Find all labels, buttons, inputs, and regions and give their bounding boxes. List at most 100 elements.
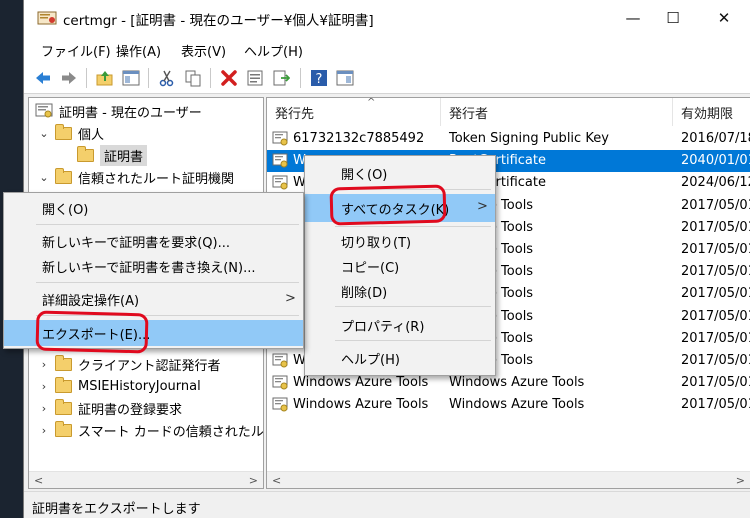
folder-icon — [55, 420, 72, 437]
cut-icon[interactable] — [158, 69, 176, 87]
cell-issued-by: Windows Azure Tools — [449, 397, 585, 413]
context-menu-properties[interactable]: プロパティ(R) — [305, 313, 495, 337]
context-menu-copy[interactable]: コピー(C) — [305, 254, 495, 278]
properties-icon[interactable] — [246, 69, 264, 87]
scroll-right-icon[interactable]: > — [249, 474, 258, 487]
certificate-store-icon — [35, 103, 53, 118]
folder-icon — [77, 145, 94, 162]
window-title: certmgr - [証明書 - 現在のユーザー¥個人¥証明書] — [63, 13, 374, 29]
toolbar-separator — [86, 68, 87, 88]
cell-issued-to: Windows Azure Tools — [293, 375, 429, 391]
chevron-down-icon[interactable]: ⌄ — [37, 127, 51, 140]
menu-item-label: 新しいキーで証明書を要求(Q)... — [42, 235, 230, 251]
forward-arrow-icon[interactable] — [60, 69, 78, 87]
cell-issued-by: Windows Azure Tools — [449, 375, 585, 391]
chevron-right-icon[interactable]: › — [37, 424, 51, 437]
cell-issued-by: Token Signing Public Key — [449, 131, 609, 146]
cell-expiration: 2017/05/01 — [681, 308, 750, 324]
chevron-right-icon[interactable]: › — [37, 380, 51, 393]
tree-root-label: 証明書 - 現在のユーザー — [59, 105, 202, 121]
menu-item-label: 削除(D) — [341, 285, 388, 301]
menu-item-label: 開く(O) — [42, 202, 89, 218]
tree-node-personal[interactable]: ⌄ 個人 — [37, 122, 104, 144]
column-header-label: 発行者 — [449, 106, 489, 122]
tree-node-label: MSIEHistoryJournal — [78, 378, 201, 394]
tree-node-msie-history-journal[interactable]: › MSIEHistoryJournal — [37, 375, 201, 397]
context-menu-open[interactable]: 開く(O) — [305, 161, 495, 185]
folder-icon — [55, 354, 72, 371]
tree-node-trusted-root-label: 信頼されたルート証明機関 — [78, 171, 235, 187]
chevron-right-icon[interactable]: › — [37, 402, 51, 415]
column-header-issued-to[interactable]: 発行先 ^ — [267, 98, 441, 126]
tree-node-personal-label: 個人 — [78, 127, 105, 143]
svg-text:?: ? — [316, 72, 323, 87]
tree-node-certificates[interactable]: 証明書 — [77, 144, 148, 166]
folder-icon — [55, 123, 72, 140]
menu-bar: ファイル(F) 操作(A) 表示(V) ヘルプ(H) — [24, 36, 750, 62]
menu-separator — [36, 282, 299, 283]
menu-item-label: ヘルプ(H) — [341, 352, 400, 368]
horizontal-scrollbar[interactable]: < > — [267, 471, 750, 488]
back-arrow-icon[interactable] — [34, 69, 52, 87]
column-header-expiration[interactable]: 有効期限 — [673, 98, 750, 126]
console-tree-icon[interactable] — [336, 69, 354, 87]
tree-node-smart-card-trusted-roots[interactable]: › スマート カードの信頼されたルート — [37, 419, 263, 441]
chevron-right-icon[interactable]: › — [37, 358, 51, 371]
submenu-open[interactable]: 開く(O) — [4, 196, 303, 220]
up-folder-icon[interactable] — [96, 69, 114, 87]
help-icon[interactable]: ? — [310, 69, 328, 87]
copy-icon[interactable] — [184, 69, 202, 87]
tree-node-client-auth-issuers[interactable]: › クライアント認証発行者 — [37, 353, 220, 375]
cell-expiration: 2017/05/01 — [681, 219, 750, 235]
delete-icon[interactable] — [220, 69, 238, 87]
annotation-mark-export — [35, 310, 149, 354]
context-menu-cut[interactable]: 切り取り(T) — [305, 229, 495, 253]
scroll-left-icon[interactable]: < — [272, 474, 281, 487]
tree-node-label: クライアント認証発行者 — [78, 358, 221, 374]
menu-help[interactable]: ヘルプ(H) — [244, 41, 303, 60]
menu-action[interactable]: 操作(A) — [116, 41, 161, 60]
menu-item-label: 開く(O) — [341, 167, 388, 183]
toolbar-separator — [210, 68, 211, 88]
menu-file[interactable]: ファイル(F) — [41, 41, 111, 60]
scroll-left-icon[interactable]: < — [34, 474, 43, 487]
certificate-icon — [272, 153, 288, 168]
column-header-issued-by[interactable]: 発行者 — [441, 98, 673, 126]
submenu-arrow-icon: > — [285, 291, 296, 306]
chevron-down-icon[interactable]: ⌄ — [37, 171, 51, 184]
cell-expiration: 2017/05/01 — [681, 330, 750, 346]
toolbar: ? — [24, 62, 750, 94]
context-menu-help[interactable]: ヘルプ(H) — [305, 346, 495, 370]
table-row[interactable]: 61732132c7885492 Token Signing Public Key… — [267, 128, 750, 150]
tree-node-enrollment-requests[interactable]: › 証明書の登録要求 — [37, 397, 182, 419]
menu-separator — [36, 224, 299, 225]
context-menu-delete[interactable]: 削除(D) — [305, 279, 495, 303]
menu-view[interactable]: 表示(V) — [181, 41, 226, 60]
menu-separator — [335, 306, 491, 307]
tree-node-trusted-root[interactable]: ⌄ 信頼されたルート証明機関 — [37, 166, 234, 188]
export-list-icon[interactable] — [272, 69, 290, 87]
column-header-label: 有効期限 — [681, 106, 734, 122]
certificate-icon — [272, 397, 288, 412]
cell-expiration: 2017/05/01 — [681, 397, 750, 413]
show-hide-tree-icon[interactable] — [122, 69, 140, 87]
certificate-icon — [272, 175, 288, 190]
table-row[interactable]: Windows Azure Tools Windows Azure Tools 20… — [267, 394, 750, 416]
folder-icon — [55, 398, 72, 415]
submenu-advanced-operations[interactable]: 詳細設定操作(A) > — [4, 287, 303, 311]
tree-node-certificates-label: 証明書 — [100, 144, 148, 166]
toolbar-separator — [148, 68, 149, 88]
submenu-renew-new-key[interactable]: 新しいキーで証明書を書き換え(N)... — [4, 254, 303, 278]
submenu-request-new-key[interactable]: 新しいキーで証明書を要求(Q)... — [4, 229, 303, 253]
close-button[interactable]: ✕ — [701, 0, 747, 36]
sort-ascending-icon: ^ — [367, 97, 376, 108]
tree-root-certificates-current-user[interactable]: 証明書 - 現在のユーザー — [35, 100, 202, 122]
menu-item-label: プロパティ(R) — [341, 319, 425, 335]
menu-item-label: 切り取り(T) — [341, 235, 412, 251]
certificate-icon — [272, 353, 288, 368]
status-bar: 証明書をエクスポートします — [24, 491, 750, 518]
horizontal-scrollbar[interactable]: < > — [29, 471, 263, 488]
maximize-button[interactable]: ☐ — [650, 0, 696, 36]
scroll-right-icon[interactable]: > — [736, 474, 745, 487]
certificate-icon — [272, 131, 288, 146]
